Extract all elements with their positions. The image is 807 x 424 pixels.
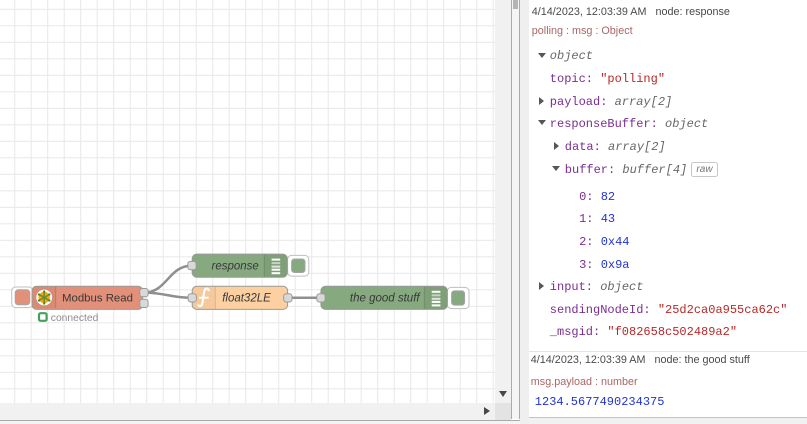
svg-text:the good stuff: the good stuff xyxy=(350,293,421,305)
svg-text:Modbus Read: Modbus Read xyxy=(62,292,133,304)
svg-text:float32LE: float32LE xyxy=(222,293,271,305)
svg-text:response: response xyxy=(211,260,258,272)
svg-text:connected: connected xyxy=(51,313,99,324)
